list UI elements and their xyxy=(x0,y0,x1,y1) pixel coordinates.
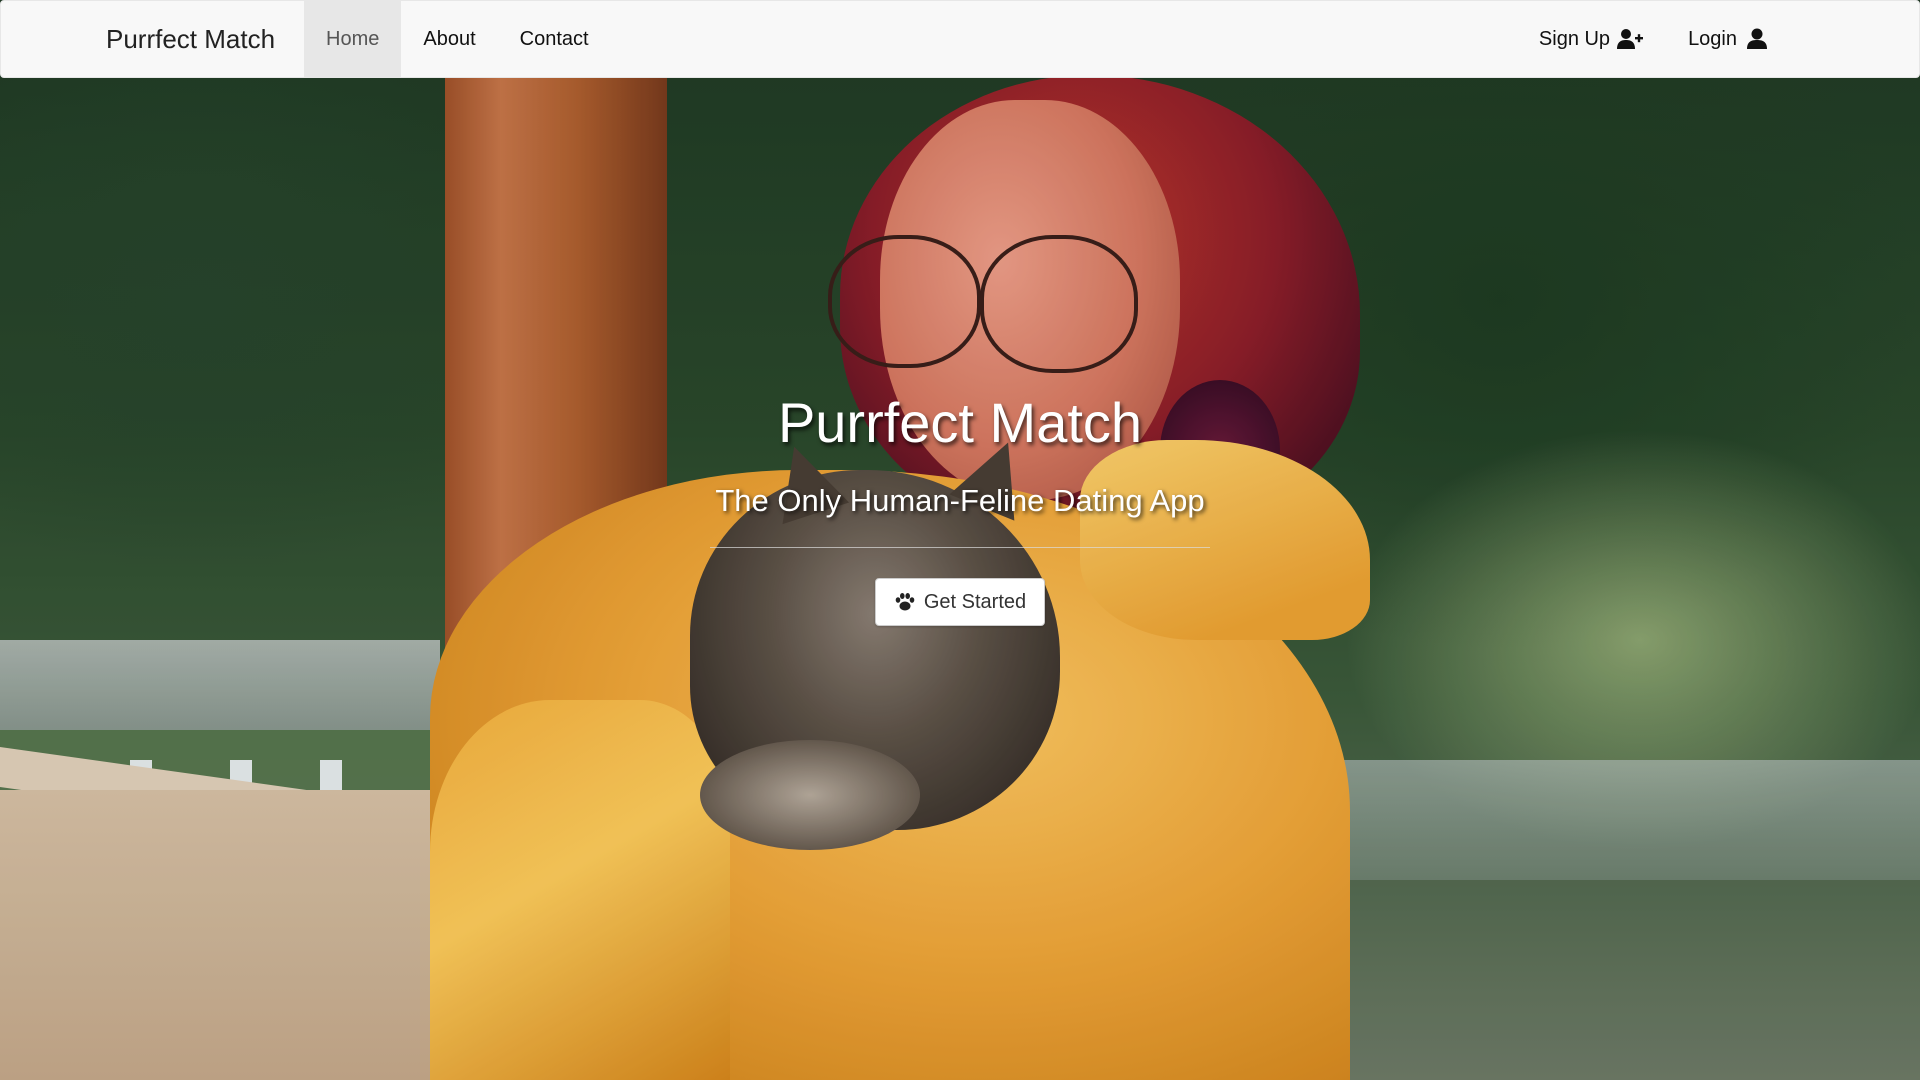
login-label: Login xyxy=(1688,28,1737,50)
user-icon xyxy=(1747,28,1767,49)
hero-title: Purrfect Match xyxy=(777,391,1143,454)
get-started-button[interactable]: Get Started xyxy=(874,578,1046,626)
nav-link-about[interactable]: About xyxy=(401,1,497,77)
login-link[interactable]: Login xyxy=(1666,1,1793,77)
navbar: Purrfect Match Home About Contact Sign U… xyxy=(0,0,1920,78)
hero-content: Purrfect Match The Only Human-Feline Dat… xyxy=(0,390,1920,626)
brand-link[interactable]: Purrfect Match xyxy=(106,1,275,77)
nav-links: Home About Contact xyxy=(304,1,611,77)
nav-link-contact[interactable]: Contact xyxy=(498,1,611,77)
hero-divider xyxy=(710,547,1210,548)
sign-up-link[interactable]: Sign Up xyxy=(1517,1,1666,77)
get-started-label: Get Started xyxy=(923,590,1027,613)
user-plus-icon xyxy=(1617,29,1644,49)
nav-link-home[interactable]: Home xyxy=(304,1,402,77)
nav-auth-links: Sign Up Login xyxy=(1517,1,1793,77)
hero-subtitle: The Only Human-Feline Dating App xyxy=(715,483,1205,518)
paw-icon xyxy=(895,593,915,611)
sign-up-label: Sign Up xyxy=(1538,28,1611,50)
